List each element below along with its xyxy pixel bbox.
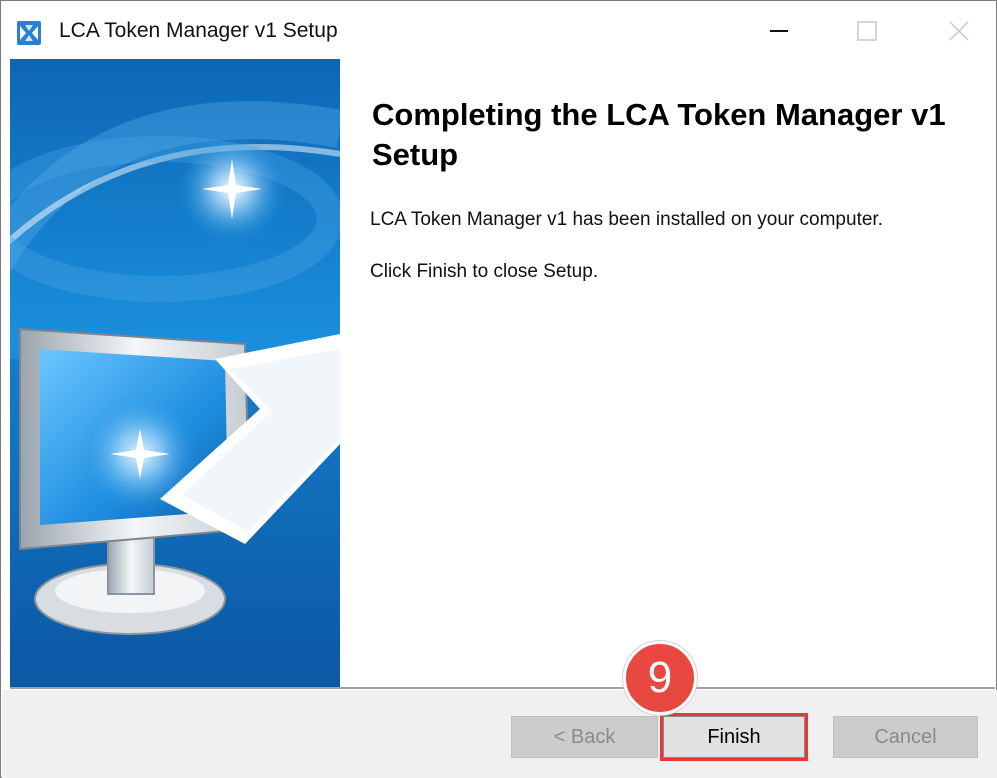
installed-message: LCA Token Manager v1 has been installed …	[370, 209, 883, 230]
maximize-icon	[856, 20, 878, 47]
installer-icon	[17, 21, 41, 45]
wizard-content: Completing the LCA Token Manager v1 Setu…	[340, 59, 996, 687]
title-bar[interactable]: LCA Token Manager v1 Setup	[1, 1, 996, 59]
close-button[interactable]	[934, 13, 984, 53]
step-number-badge: 9	[623, 641, 697, 715]
finish-instruction: Click Finish to close Setup.	[370, 261, 599, 282]
finish-button[interactable]: Finish	[660, 713, 808, 761]
cancel-button[interactable]: Cancel	[833, 716, 978, 758]
setup-window: LCA Token Manager v1 Setup Completing th…	[0, 0, 997, 778]
close-icon	[948, 20, 970, 47]
minimize-button[interactable]	[754, 13, 804, 53]
minimize-icon	[768, 20, 790, 47]
page-title: Completing the LCA Token Manager v1 Setu…	[372, 97, 946, 172]
back-button[interactable]: < Back	[511, 716, 658, 758]
maximize-button[interactable]	[842, 13, 892, 53]
window-title: LCA Token Manager v1 Setup	[59, 19, 338, 42]
wizard-banner-image	[10, 59, 340, 687]
